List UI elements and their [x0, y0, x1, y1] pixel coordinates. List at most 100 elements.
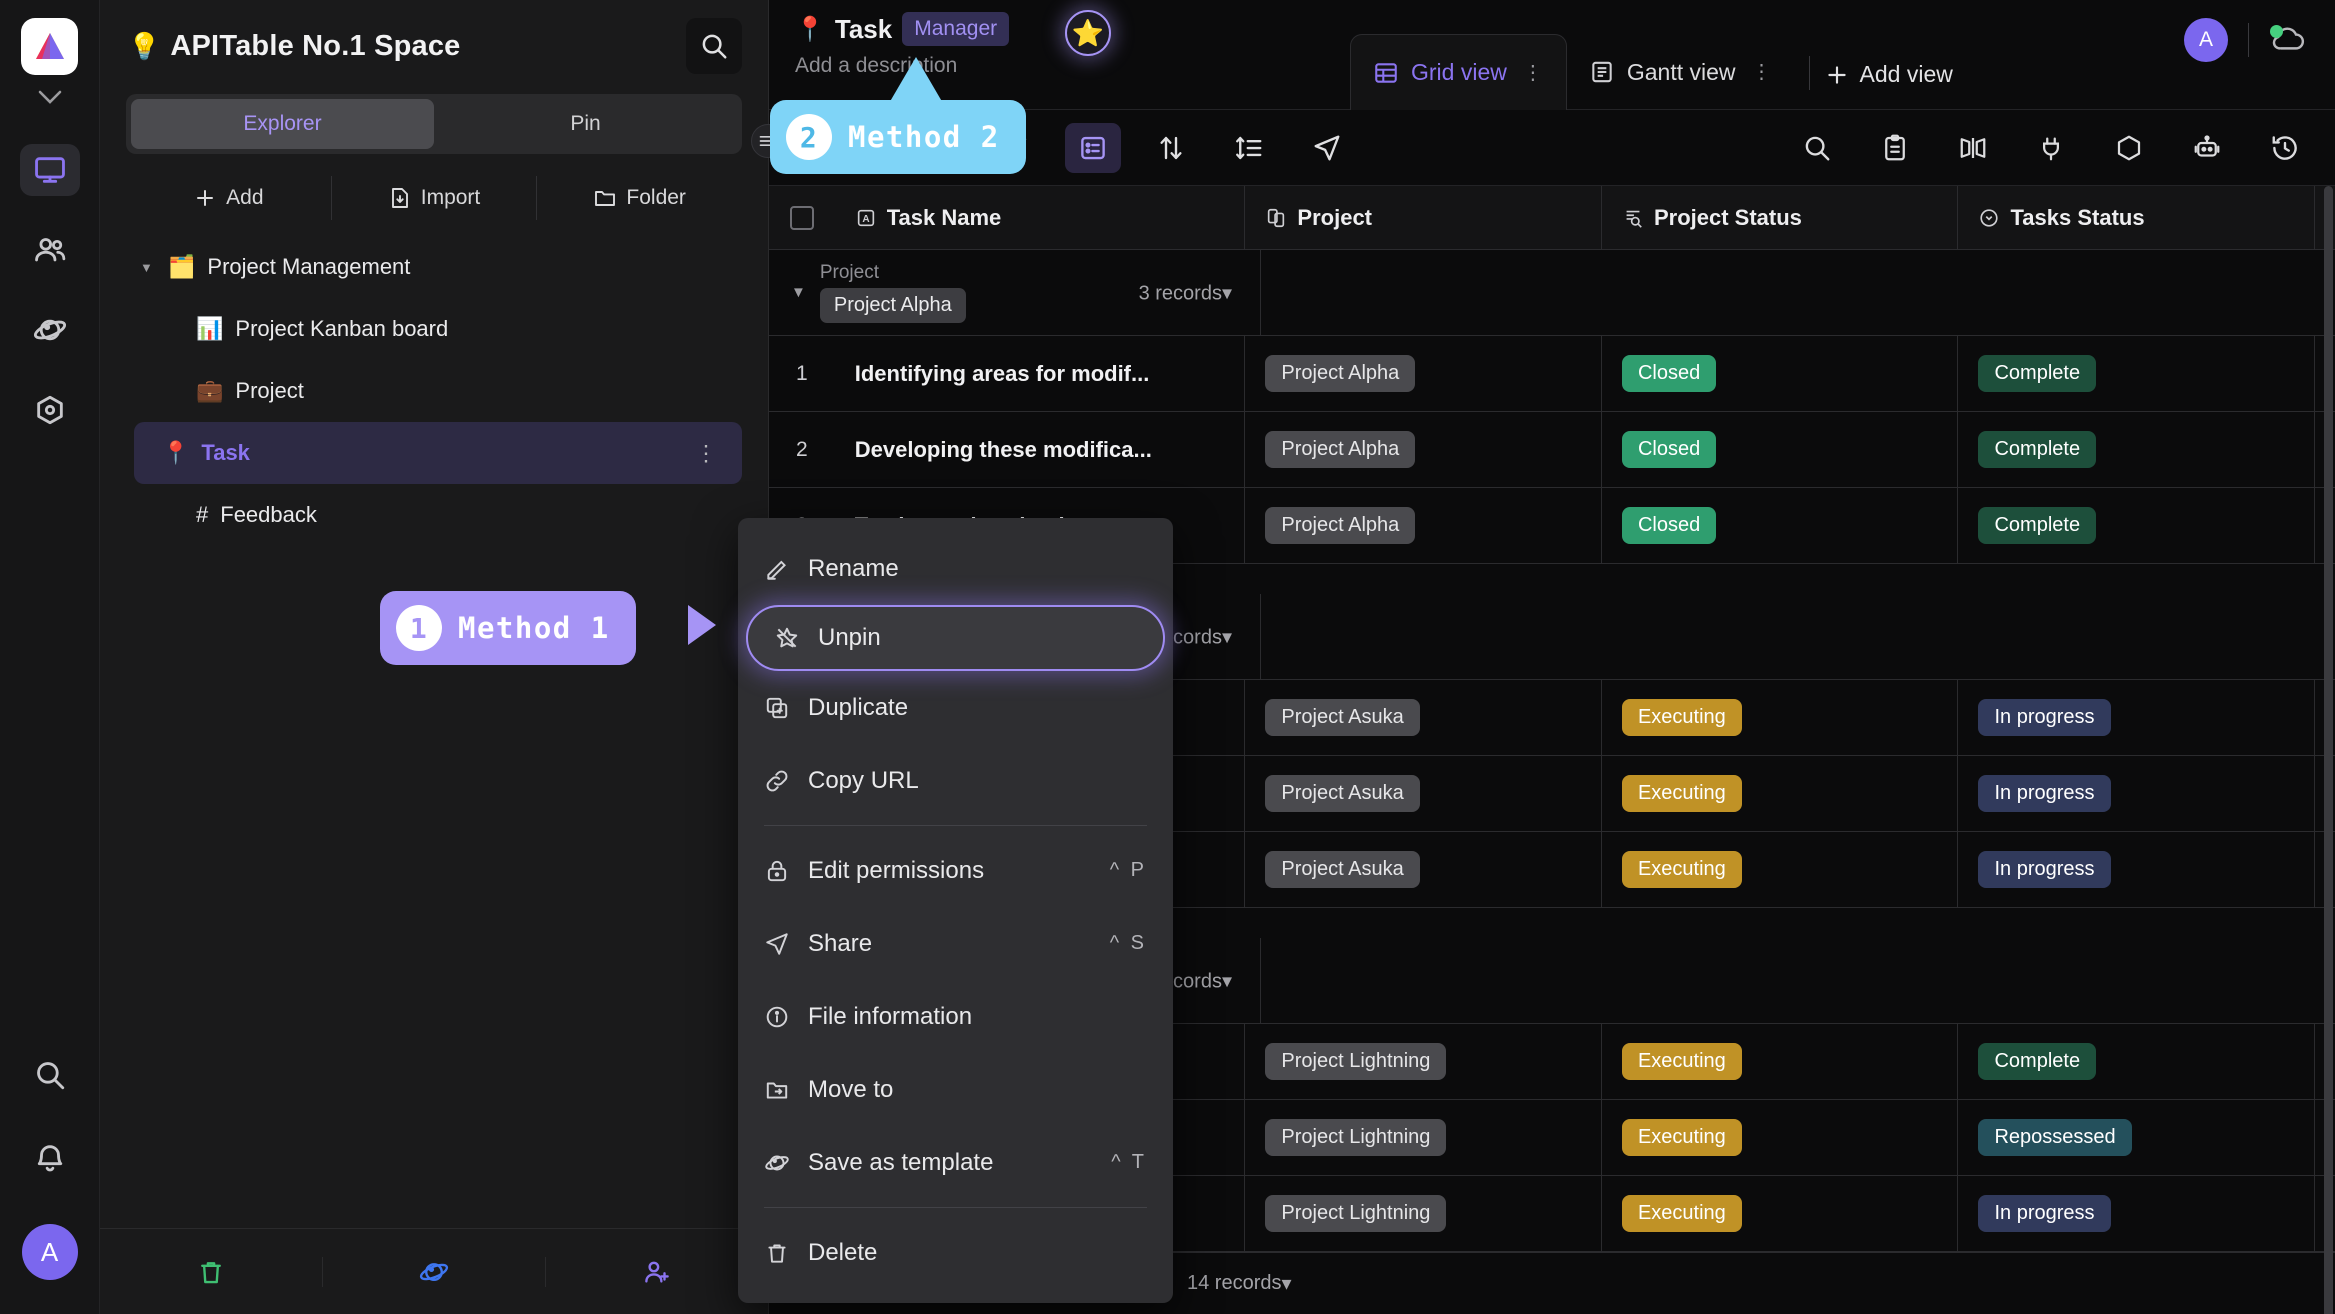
cell-tasks-status[interactable]: Complete: [1958, 412, 2316, 487]
cell-tasks-status[interactable]: In progress: [1958, 832, 2316, 907]
cell-tasks-status[interactable]: In progress: [1958, 756, 2316, 831]
cell-project-status[interactable]: Executing: [1602, 832, 1959, 907]
cell-tasks-status[interactable]: In progress: [1958, 1176, 2316, 1251]
cell-project[interactable]: Project Lightning: [1245, 1024, 1602, 1099]
tree-node-task[interactable]: 📍 Task ⋮: [134, 422, 742, 484]
column-header-project-status[interactable]: Project Status: [1602, 186, 1959, 249]
hash-icon: #: [196, 502, 209, 527]
cell-tasks-status[interactable]: In progress: [1958, 680, 2316, 755]
checkbox-icon[interactable]: [789, 205, 814, 230]
column-header-task-name[interactable]: A Task Name: [835, 186, 1246, 249]
history-button[interactable]: [2257, 123, 2313, 173]
caret-down-icon[interactable]: ▼: [140, 260, 162, 275]
tree-node-project-kanban-board[interactable]: 📊 Project Kanban board: [100, 298, 768, 360]
add-button[interactable]: Add: [126, 176, 331, 220]
cell-tasks-status[interactable]: Complete: [1958, 488, 2316, 563]
table-row[interactable]: 2 Developing these modifica... Project A…: [769, 412, 2335, 488]
sidebar-item-templates[interactable]: [20, 304, 80, 356]
group-record-count[interactable]: 3 records▾: [1139, 280, 1232, 305]
avatar[interactable]: A: [2184, 18, 2228, 62]
menu-item-copy-url[interactable]: Copy URL: [738, 744, 1173, 817]
view-options-icon[interactable]: ⋮: [1752, 62, 1773, 82]
menu-item-duplicate[interactable]: Duplicate: [738, 671, 1173, 744]
select-all-checkbox[interactable]: [769, 186, 835, 249]
avatar[interactable]: A: [21, 1224, 78, 1280]
cell-project[interactable]: Project Alpha: [1245, 336, 1602, 411]
cell-project[interactable]: Project Alpha: [1245, 488, 1602, 563]
import-button[interactable]: Import: [330, 176, 537, 220]
cell-project[interactable]: Project Asuka: [1245, 832, 1602, 907]
column-header-tasks-status[interactable]: Tasks Status: [1958, 186, 2316, 249]
tree-node-feedback[interactable]: # Feedback: [100, 484, 768, 546]
caret-down-icon[interactable]: ▼: [791, 284, 806, 301]
sidebar-item-automation[interactable]: [20, 384, 80, 436]
group-button[interactable]: [1065, 122, 1121, 173]
menu-item-delete[interactable]: Delete: [738, 1216, 1173, 1289]
cell-project-status[interactable]: Executing: [1602, 1024, 1959, 1099]
menu-item-save-as-template[interactable]: Save as template ^ T: [738, 1126, 1173, 1199]
share-button[interactable]: [1299, 123, 1355, 173]
cell-project-status[interactable]: Executing: [1602, 1100, 1959, 1175]
search-records-button[interactable]: [1789, 123, 1845, 173]
compare-button[interactable]: [1945, 123, 2001, 173]
cell-project-status[interactable]: Executing: [1602, 1176, 1959, 1251]
cell-tasks-status[interactable]: Complete: [1958, 336, 2316, 411]
row-height-button[interactable]: [1221, 123, 1277, 173]
tab-pin[interactable]: Pin: [434, 99, 737, 149]
column-header-project[interactable]: Project: [1245, 186, 1602, 249]
star-icon[interactable]: ⭐: [1065, 10, 1111, 56]
cell-project[interactable]: Project Asuka: [1245, 756, 1602, 831]
search-icon[interactable]: [33, 1058, 67, 1097]
widget-button[interactable]: [2023, 123, 2079, 173]
cell-project[interactable]: Project Alpha: [1245, 412, 1602, 487]
add-view-button[interactable]: Add view: [1824, 61, 1953, 110]
menu-item-label: Move to: [808, 1075, 894, 1103]
robot-button[interactable]: [2179, 123, 2235, 173]
description-placeholder[interactable]: Add a description: [795, 54, 1344, 78]
menu-item-edit-permissions[interactable]: Edit permissions ^ P: [738, 834, 1173, 907]
template-center-button[interactable]: [322, 1256, 545, 1287]
invite-member-button[interactable]: [545, 1256, 768, 1287]
cell-task-name[interactable]: Identifying areas for modif...: [835, 336, 1246, 411]
cell-project-status[interactable]: Executing: [1602, 680, 1959, 755]
tab-explorer[interactable]: Explorer: [131, 99, 434, 149]
trash-button[interactable]: [100, 1257, 322, 1287]
cell-tasks-status[interactable]: Complete: [1958, 1024, 2316, 1099]
tree-node-project-management[interactable]: ▼ 🗂️ Project Management: [100, 236, 768, 298]
row-height-icon: [1236, 136, 1262, 159]
menu-item-share[interactable]: Share ^ S: [738, 907, 1173, 980]
view-options-icon[interactable]: ⋮: [1523, 63, 1544, 83]
cell-project-status[interactable]: Closed: [1602, 488, 1959, 563]
group-header[interactable]: ▼ Project Project Alpha 3 records▾: [769, 250, 2335, 336]
page-title[interactable]: Task: [835, 14, 892, 45]
table-row[interactable]: 1 Identifying areas for modif... Project…: [769, 336, 2335, 412]
menu-item-file-information[interactable]: File information: [738, 980, 1173, 1053]
menu-item-rename[interactable]: Rename: [738, 532, 1173, 605]
tab-gantt-view[interactable]: Gantt view ⋮: [1567, 34, 1795, 110]
cell-project-status[interactable]: Executing: [1602, 756, 1959, 831]
sort-button[interactable]: [1143, 123, 1199, 173]
form-button[interactable]: [1867, 123, 1923, 173]
tab-grid-view[interactable]: Grid view ⋮: [1350, 34, 1567, 110]
bell-icon[interactable]: [33, 1141, 67, 1180]
vertical-scrollbar[interactable]: [2324, 186, 2333, 1314]
cell-project-status[interactable]: Closed: [1602, 412, 1959, 487]
sidebar-item-workbench[interactable]: [19, 144, 80, 196]
more-options-icon[interactable]: ⋮: [695, 442, 718, 464]
cloud-sync-icon[interactable]: [2269, 23, 2309, 58]
cell-project[interactable]: Project Lightning: [1245, 1176, 1602, 1251]
sidebar-item-members[interactable]: [20, 224, 80, 276]
api-panel-button[interactable]: [2101, 123, 2157, 173]
cell-tasks-status[interactable]: Repossessed: [1958, 1100, 2316, 1175]
cell-project[interactable]: Project Asuka: [1245, 680, 1602, 755]
menu-item-unpin[interactable]: Unpin: [746, 605, 1165, 671]
tree-node-project[interactable]: 💼 Project: [100, 360, 768, 422]
folder-button[interactable]: Folder: [536, 176, 742, 220]
apitable-logo-icon[interactable]: [21, 18, 78, 75]
menu-item-move-to[interactable]: Move to: [738, 1053, 1173, 1126]
cell-project-status[interactable]: Closed: [1602, 336, 1959, 411]
chevron-down-icon[interactable]: [37, 89, 63, 110]
cell-project[interactable]: Project Lightning: [1245, 1100, 1602, 1175]
cell-task-name[interactable]: Developing these modifica...: [835, 412, 1246, 487]
space-search-button[interactable]: [686, 18, 742, 74]
